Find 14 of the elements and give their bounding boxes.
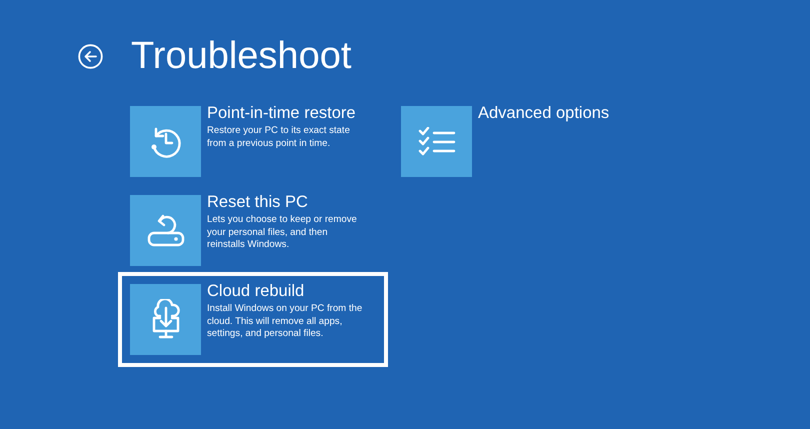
option-title: Point-in-time restore (207, 103, 357, 123)
option-item[interactable]: Cloud rebuild Install Windows on your PC from the cloud. This will remove all apps, settings, and personal files. (118, 272, 388, 367)
page-title: Troubleshoot (131, 34, 352, 78)
checklist-icon (418, 126, 456, 156)
option-title: Advanced options (478, 103, 610, 123)
option-description: Lets you choose to keep or remove your personal files, and then reinstalls Windows. (207, 214, 358, 252)
option-title: Reset this PC (207, 192, 309, 212)
option-item[interactable]: Advanced options (389, 94, 659, 189)
cloud-download-icon (150, 298, 180, 340)
drive-reset-icon (146, 212, 186, 248)
back-button[interactable] (78, 44, 103, 68)
option-description: Restore your PC to its exact state from a previous point in time. (207, 125, 351, 150)
option-description: Install Windows on your PC from the cloud. This will remove all apps, settings, and personal files. (207, 303, 364, 340)
option-title: Cloud rebuild (207, 281, 306, 301)
